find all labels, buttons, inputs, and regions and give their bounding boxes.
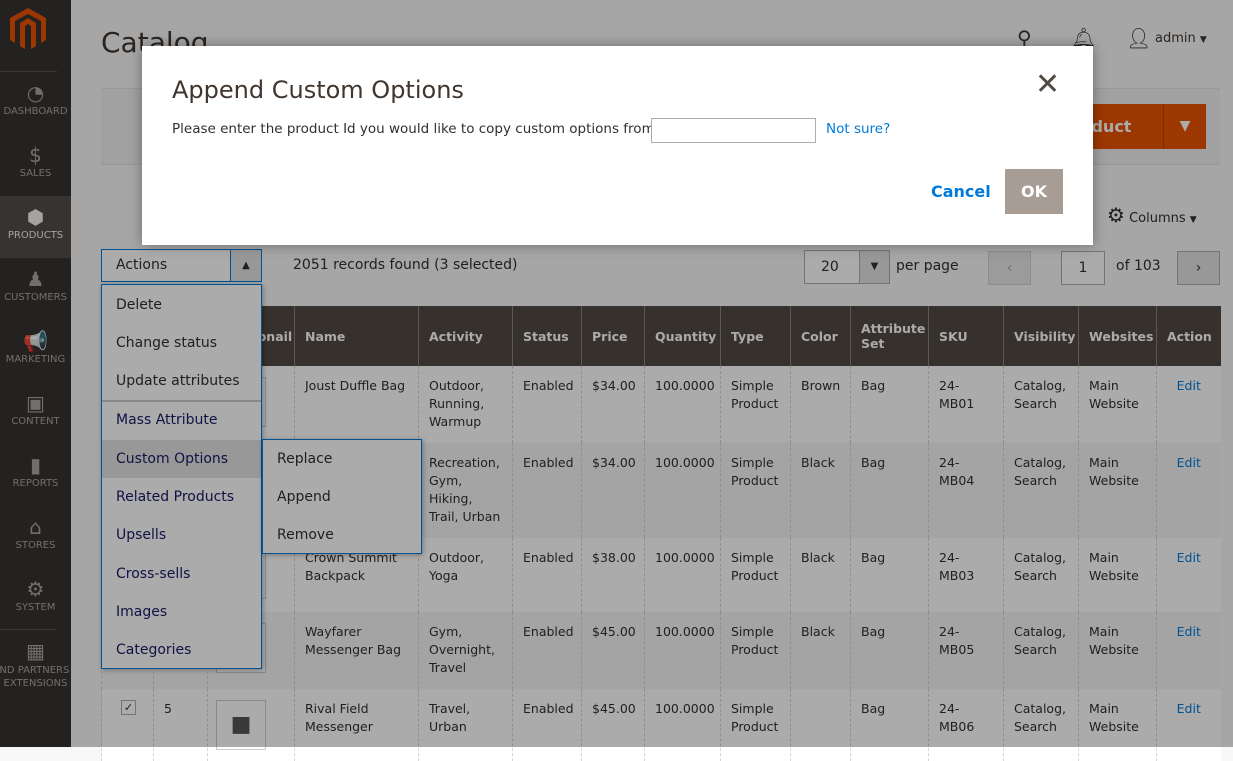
ok-button[interactable]: OK [1005,169,1063,214]
close-icon[interactable]: ✕ [1035,70,1060,100]
product-id-input[interactable] [651,118,816,143]
not-sure-link[interactable]: Not sure? [826,121,890,137]
modal-prompt: Please enter the product Id you would li… [172,121,660,137]
modal-title: Append Custom Options [172,76,464,104]
append-custom-options-modal: Append Custom Options ✕ Please enter the… [142,46,1093,245]
cancel-button[interactable]: Cancel [931,182,991,201]
